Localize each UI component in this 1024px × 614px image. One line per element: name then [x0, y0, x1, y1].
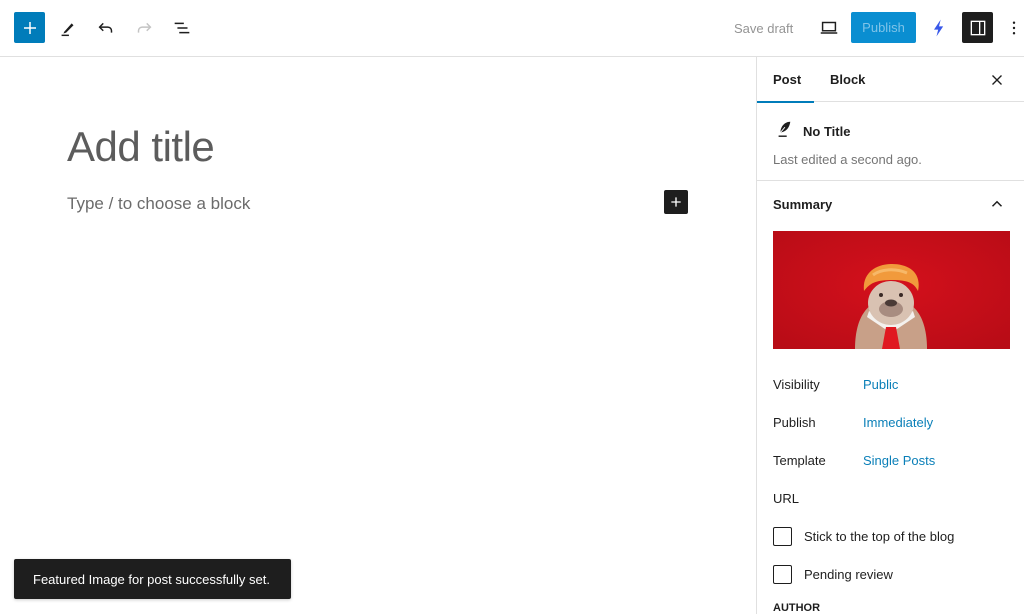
featured-image[interactable]	[773, 231, 1010, 349]
post-title-input[interactable]: Add title	[67, 123, 215, 171]
sticky-checkbox[interactable]	[773, 527, 792, 546]
performance-button[interactable]	[927, 14, 951, 42]
summary-heading: Summary	[773, 197, 833, 212]
sidebar-tabs: Post Block	[757, 57, 1024, 103]
more-vertical-icon	[1012, 21, 1016, 35]
undo-icon	[98, 22, 113, 33]
close-sidebar-button[interactable]	[984, 67, 1010, 93]
post-card-title: No Title	[803, 124, 851, 139]
tab-block[interactable]: Block	[814, 57, 881, 102]
summary-panel-header[interactable]: Summary	[757, 181, 1024, 227]
redo-icon	[137, 22, 152, 33]
pending-review-label[interactable]: Pending review	[804, 567, 893, 582]
pending-review-checkbox[interactable]	[773, 565, 792, 584]
plus-icon	[23, 21, 36, 34]
post-card: No Title Last edited a second ago.	[757, 102, 1024, 181]
close-icon	[992, 75, 1002, 85]
snackbar-notice[interactable]: Featured Image for post successfully set…	[14, 559, 291, 599]
publish-date-button[interactable]: Immediately	[863, 415, 933, 430]
redo-button[interactable]	[130, 14, 158, 42]
undo-button[interactable]	[92, 14, 120, 42]
block-inserter-button[interactable]	[14, 12, 45, 43]
visibility-row: Visibility Public	[773, 377, 898, 392]
block-placeholder[interactable]: Type / to choose a block	[67, 194, 250, 214]
sticky-option: Stick to the top of the blog	[773, 527, 954, 546]
tools-button[interactable]	[54, 14, 82, 42]
options-menu-button[interactable]	[1005, 14, 1023, 42]
editor-header: Save draft Publish	[0, 0, 1024, 57]
template-label: Template	[773, 453, 826, 468]
preview-button[interactable]	[815, 14, 843, 42]
template-button[interactable]: Single Posts	[863, 453, 935, 468]
publish-label: Publish	[773, 415, 816, 430]
url-label: URL	[773, 491, 800, 506]
url-row: URL	[773, 491, 799, 506]
list-view-icon	[174, 22, 190, 34]
visibility-value-button[interactable]: Public	[863, 377, 898, 392]
settings-sidebar: Post Block No Title Last edited a second…	[756, 57, 1024, 614]
visibility-label: Visibility	[773, 377, 820, 392]
publish-button[interactable]: Publish	[851, 12, 916, 43]
featured-image-graphic	[773, 231, 1010, 349]
pencil-icon	[61, 23, 74, 37]
tab-post[interactable]: Post	[757, 57, 814, 103]
pending-review-option: Pending review	[773, 565, 893, 584]
laptop-icon	[820, 21, 838, 34]
plus-icon	[671, 197, 681, 207]
feather-icon	[778, 121, 791, 137]
sidebar-toggle-icon	[970, 20, 985, 35]
sticky-label[interactable]: Stick to the top of the blog	[804, 529, 954, 544]
list-view-button[interactable]	[168, 14, 196, 42]
template-row: Template Single Posts	[773, 453, 935, 468]
author-heading: AUTHOR	[773, 602, 821, 614]
add-block-button[interactable]	[664, 190, 688, 214]
chevron-up-icon[interactable]	[988, 195, 1006, 213]
last-edited-text: Last edited a second ago.	[773, 152, 922, 167]
publish-row: Publish Immediately	[773, 415, 933, 430]
save-draft-button[interactable]: Save draft	[728, 14, 799, 42]
bolt-icon	[934, 19, 944, 37]
settings-toggle-button[interactable]	[962, 12, 993, 43]
editor-canvas: Add title Type / to choose a block Featu…	[0, 57, 756, 614]
